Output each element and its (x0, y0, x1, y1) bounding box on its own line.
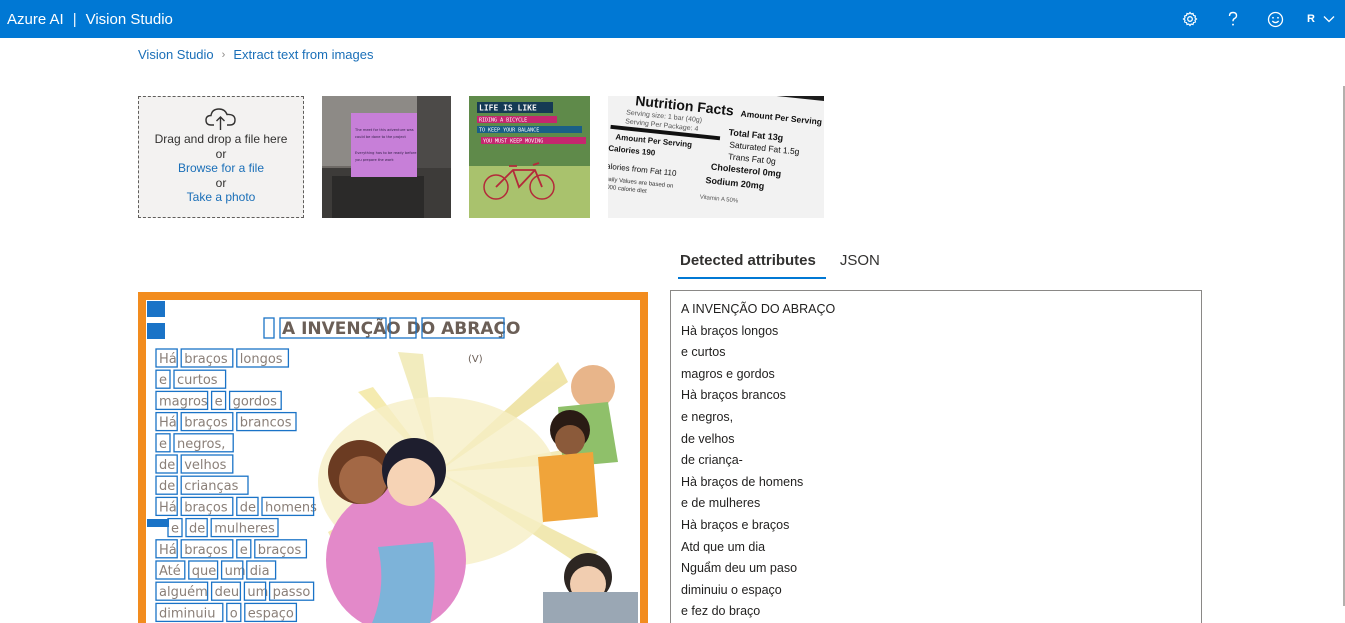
preview-word: que (192, 564, 217, 579)
detected-text-line: e de mulheres (681, 496, 761, 511)
preview-word: alguém (159, 585, 208, 600)
preview-word: negros, (177, 437, 225, 452)
preview-word: braços (184, 543, 228, 558)
detected-text-line: e fez do braço (681, 604, 761, 619)
preview-word: braços (184, 352, 228, 367)
poster-line: LIFE IS LIKE (479, 104, 537, 113)
preview-word: de (240, 500, 256, 515)
preview-word: braços (184, 416, 228, 431)
preview-word: gordos (233, 394, 278, 409)
preview-word: Há (159, 500, 177, 515)
detected-text-line: diminuiu o espaço (681, 582, 782, 597)
preview-word: curtos (177, 373, 218, 388)
results-tabs: Detected attributes JSON (670, 248, 890, 279)
breadcrumb-current[interactable]: Extract text from images (233, 47, 373, 62)
product-name: Vision Studio (85, 10, 173, 28)
preview-word: e (215, 394, 223, 409)
detected-text-line: magros e gordos (681, 366, 775, 381)
detected-text-line: Hà braços e braços (681, 517, 790, 532)
preview-word: passo (273, 585, 311, 600)
preview-word: homens (265, 500, 317, 515)
breadcrumb: Vision Studio › Extract text from images (138, 47, 373, 62)
drag-drop-text: Drag and drop a file here (154, 132, 288, 146)
take-photo-link[interactable]: Take a photo (187, 190, 256, 204)
preview-word: e (171, 522, 179, 537)
preview-word: de (189, 522, 205, 537)
preview-word: e (159, 373, 167, 388)
sample-image-bicycle[interactable]: LIFE IS LIKE RIDING A BICYCLE TO KEEP YO… (469, 96, 590, 218)
poster-line: RIDING A BICYCLE (479, 118, 527, 124)
poster-line: TO KEEP YOUR BALANCE (479, 128, 539, 134)
preview-word: braços (184, 500, 228, 515)
brand-name: Azure AI (7, 10, 64, 28)
chevron-down-icon (1323, 16, 1335, 23)
detected-text-panel[interactable]: A INVENÇÃO DO ABRAÇO Hà braços longos e cu… (670, 290, 1202, 623)
preview-word: diminuiu (159, 606, 215, 621)
detected-text-line: e curtos (681, 345, 726, 360)
sticky-note-line: you prepare the work (355, 158, 395, 162)
preview-word: deu (215, 585, 240, 600)
preview-word: mulheres (214, 522, 275, 537)
line-handle[interactable] (147, 519, 169, 527)
settings-button[interactable] (1168, 0, 1211, 38)
browse-file-link[interactable]: Browse for a file (178, 161, 264, 175)
avatar: R (1307, 13, 1315, 25)
poster-line: YOU MUST KEEP MOVING (483, 139, 543, 145)
analyzed-image-preview: A INVENÇÃO DO ABRAÇO (V) Há braços longos e… (138, 292, 648, 623)
breadcrumb-chevron-icon: › (221, 48, 226, 61)
preview-word: dia (250, 564, 270, 579)
or-text: or (215, 175, 227, 190)
preview-word: Há (159, 543, 177, 558)
sticky-note-line: Everything has to be ready before (355, 151, 417, 155)
feedback-smiley-icon (1267, 11, 1284, 27)
detected-text-line: A INVENÇÃO DO ABRAÇO (681, 302, 836, 316)
help-icon (1228, 11, 1237, 26)
preview-title-text: A INVENÇÃO DO ABRAÇO (282, 316, 520, 339)
detected-text-line: Hà braços de homens (681, 474, 804, 489)
header-actions: R (1168, 0, 1345, 38)
gear-icon (1182, 11, 1197, 27)
feedback-button[interactable] (1254, 0, 1297, 38)
preview-word: velhos (184, 458, 226, 473)
tab-json[interactable]: JSON (830, 248, 890, 279)
file-drop-zone[interactable]: Drag and drop a file here or Browse for … (138, 96, 304, 218)
preview-page-mark: (V) (468, 354, 483, 365)
brand[interactable]: Azure AI | Vision Studio (0, 11, 173, 28)
sample-image-sticky-note[interactable]: The meet for this adventure was could be… (322, 96, 451, 218)
brand-separator: | (72, 10, 77, 28)
sample-image-nutrition-facts[interactable]: Nutrition Facts Serving size: 1 bar (40g… (608, 96, 824, 218)
sticky-note-line: The meet for this adventure was (354, 128, 414, 132)
preview-word: braços (258, 543, 302, 558)
help-button[interactable] (1211, 0, 1254, 38)
preview-word: longos (240, 352, 283, 367)
detected-text-line: e negros, (681, 409, 734, 424)
line-handle[interactable] (147, 323, 165, 339)
preview-word: espaço (248, 606, 294, 621)
detected-text-line: de criança- (681, 453, 743, 468)
detected-text-line: Hà braços brancos (681, 388, 786, 403)
preview-word: Há (159, 416, 177, 431)
sticky-note-line: could be done to the project (355, 135, 406, 139)
detected-text-line: Nguẩm deu um paso (681, 561, 798, 576)
cloud-upload-icon (205, 108, 236, 130)
preview-word: o (230, 606, 238, 621)
detected-text-line: de velhos (681, 431, 735, 446)
breadcrumb-home-link[interactable]: Vision Studio (138, 47, 214, 62)
tab-detected-attributes[interactable]: Detected attributes (670, 248, 826, 279)
detected-text-line: Atd que um dia (681, 539, 766, 554)
preview-word: brancos (240, 416, 292, 431)
preview-word: de (159, 458, 175, 473)
preview-word: de (159, 479, 175, 494)
top-bar: Azure AI | Vision Studio R (0, 0, 1345, 38)
account-menu[interactable]: R (1297, 0, 1345, 38)
or-text: or (215, 146, 227, 161)
preview-word: crianças (184, 479, 238, 494)
preview-word: Há (159, 352, 177, 367)
preview-word: e (159, 437, 167, 452)
detected-text-line: Hà braços longos (681, 323, 779, 338)
preview-word: Até (159, 564, 181, 579)
preview-word: e (240, 543, 248, 558)
preview-word: magros (159, 394, 208, 409)
line-handle[interactable] (147, 301, 165, 317)
